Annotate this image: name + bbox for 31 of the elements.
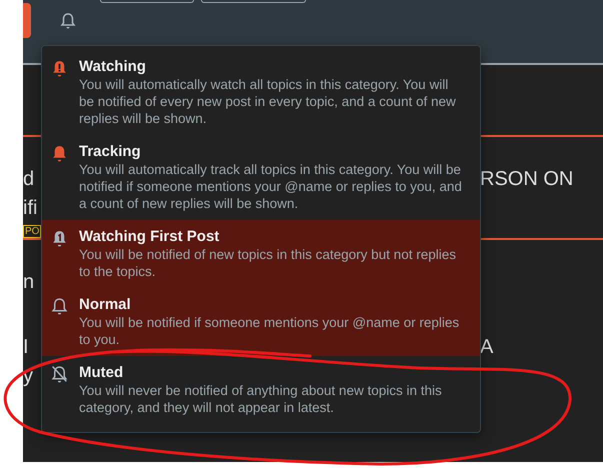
text-field[interactable]: [201, 0, 306, 3]
bell-exclamation-icon: [51, 59, 68, 78]
topic-text: A: [480, 335, 494, 360]
topic-text: RSON ON: [480, 167, 574, 192]
item-title: Normal: [79, 295, 132, 314]
bell-icon: [51, 297, 68, 316]
menu-item[interactable]: Tracking You will automatically track all topics in this category. You will be notified if someone mentions your @name or replies to you, and a count of new replies will be shown.: [42, 135, 480, 220]
item-description: You will be notified of new topics in this category but not replies to the topics.: [79, 246, 457, 280]
menu-button[interactable]: [23, 3, 31, 38]
text-field[interactable]: [100, 0, 194, 3]
item-description: You will automatically watch all topics in this category. You will be notified of every new post in every topic, and a count of new replies will be shown.: [79, 76, 457, 127]
topic-text: n: [23, 270, 34, 295]
tag-badge: PO: [23, 225, 42, 238]
item-title: Watching First Post: [79, 227, 220, 246]
menu-item[interactable]: Muted You will never be notified of anything about new topics in this category, and they will not appear in latest.: [42, 356, 480, 424]
menu-item[interactable]: Normal You will be notified if someone mentions your @name or replies to you.: [42, 288, 480, 356]
item-title: Muted: [79, 363, 124, 382]
item-description: You will never be notified of anything about new topics in this category, and they will not appear in latest.: [79, 382, 443, 416]
bell-number-icon: [51, 229, 68, 248]
item-description: You will be notified if someone mentions your @name or replies to you.: [79, 314, 460, 348]
menu-item[interactable]: Watching You will automatically watch all topics in this category. You will be notified of every new post in every topic, and a count of new replies will be shown.: [42, 50, 480, 135]
bell-icon: [51, 144, 68, 163]
item-description: You will automatically track all topics in this category. You will be notified if someone mentions your @name or replies to you, and a count of new replies will be shown.: [79, 161, 463, 212]
topic-text: I: [23, 335, 29, 360]
topic-text: d: [23, 167, 34, 192]
item-title: Tracking: [79, 142, 142, 161]
item-title: Watching: [79, 57, 147, 76]
topic-text: ifi: [23, 196, 38, 221]
menu-item[interactable]: Watching First Post You will be notified of new topics in this category but not replies to the topics.: [42, 220, 480, 288]
bell-slash-icon: [51, 365, 68, 384]
bell-icon[interactable]: [60, 12, 76, 30]
